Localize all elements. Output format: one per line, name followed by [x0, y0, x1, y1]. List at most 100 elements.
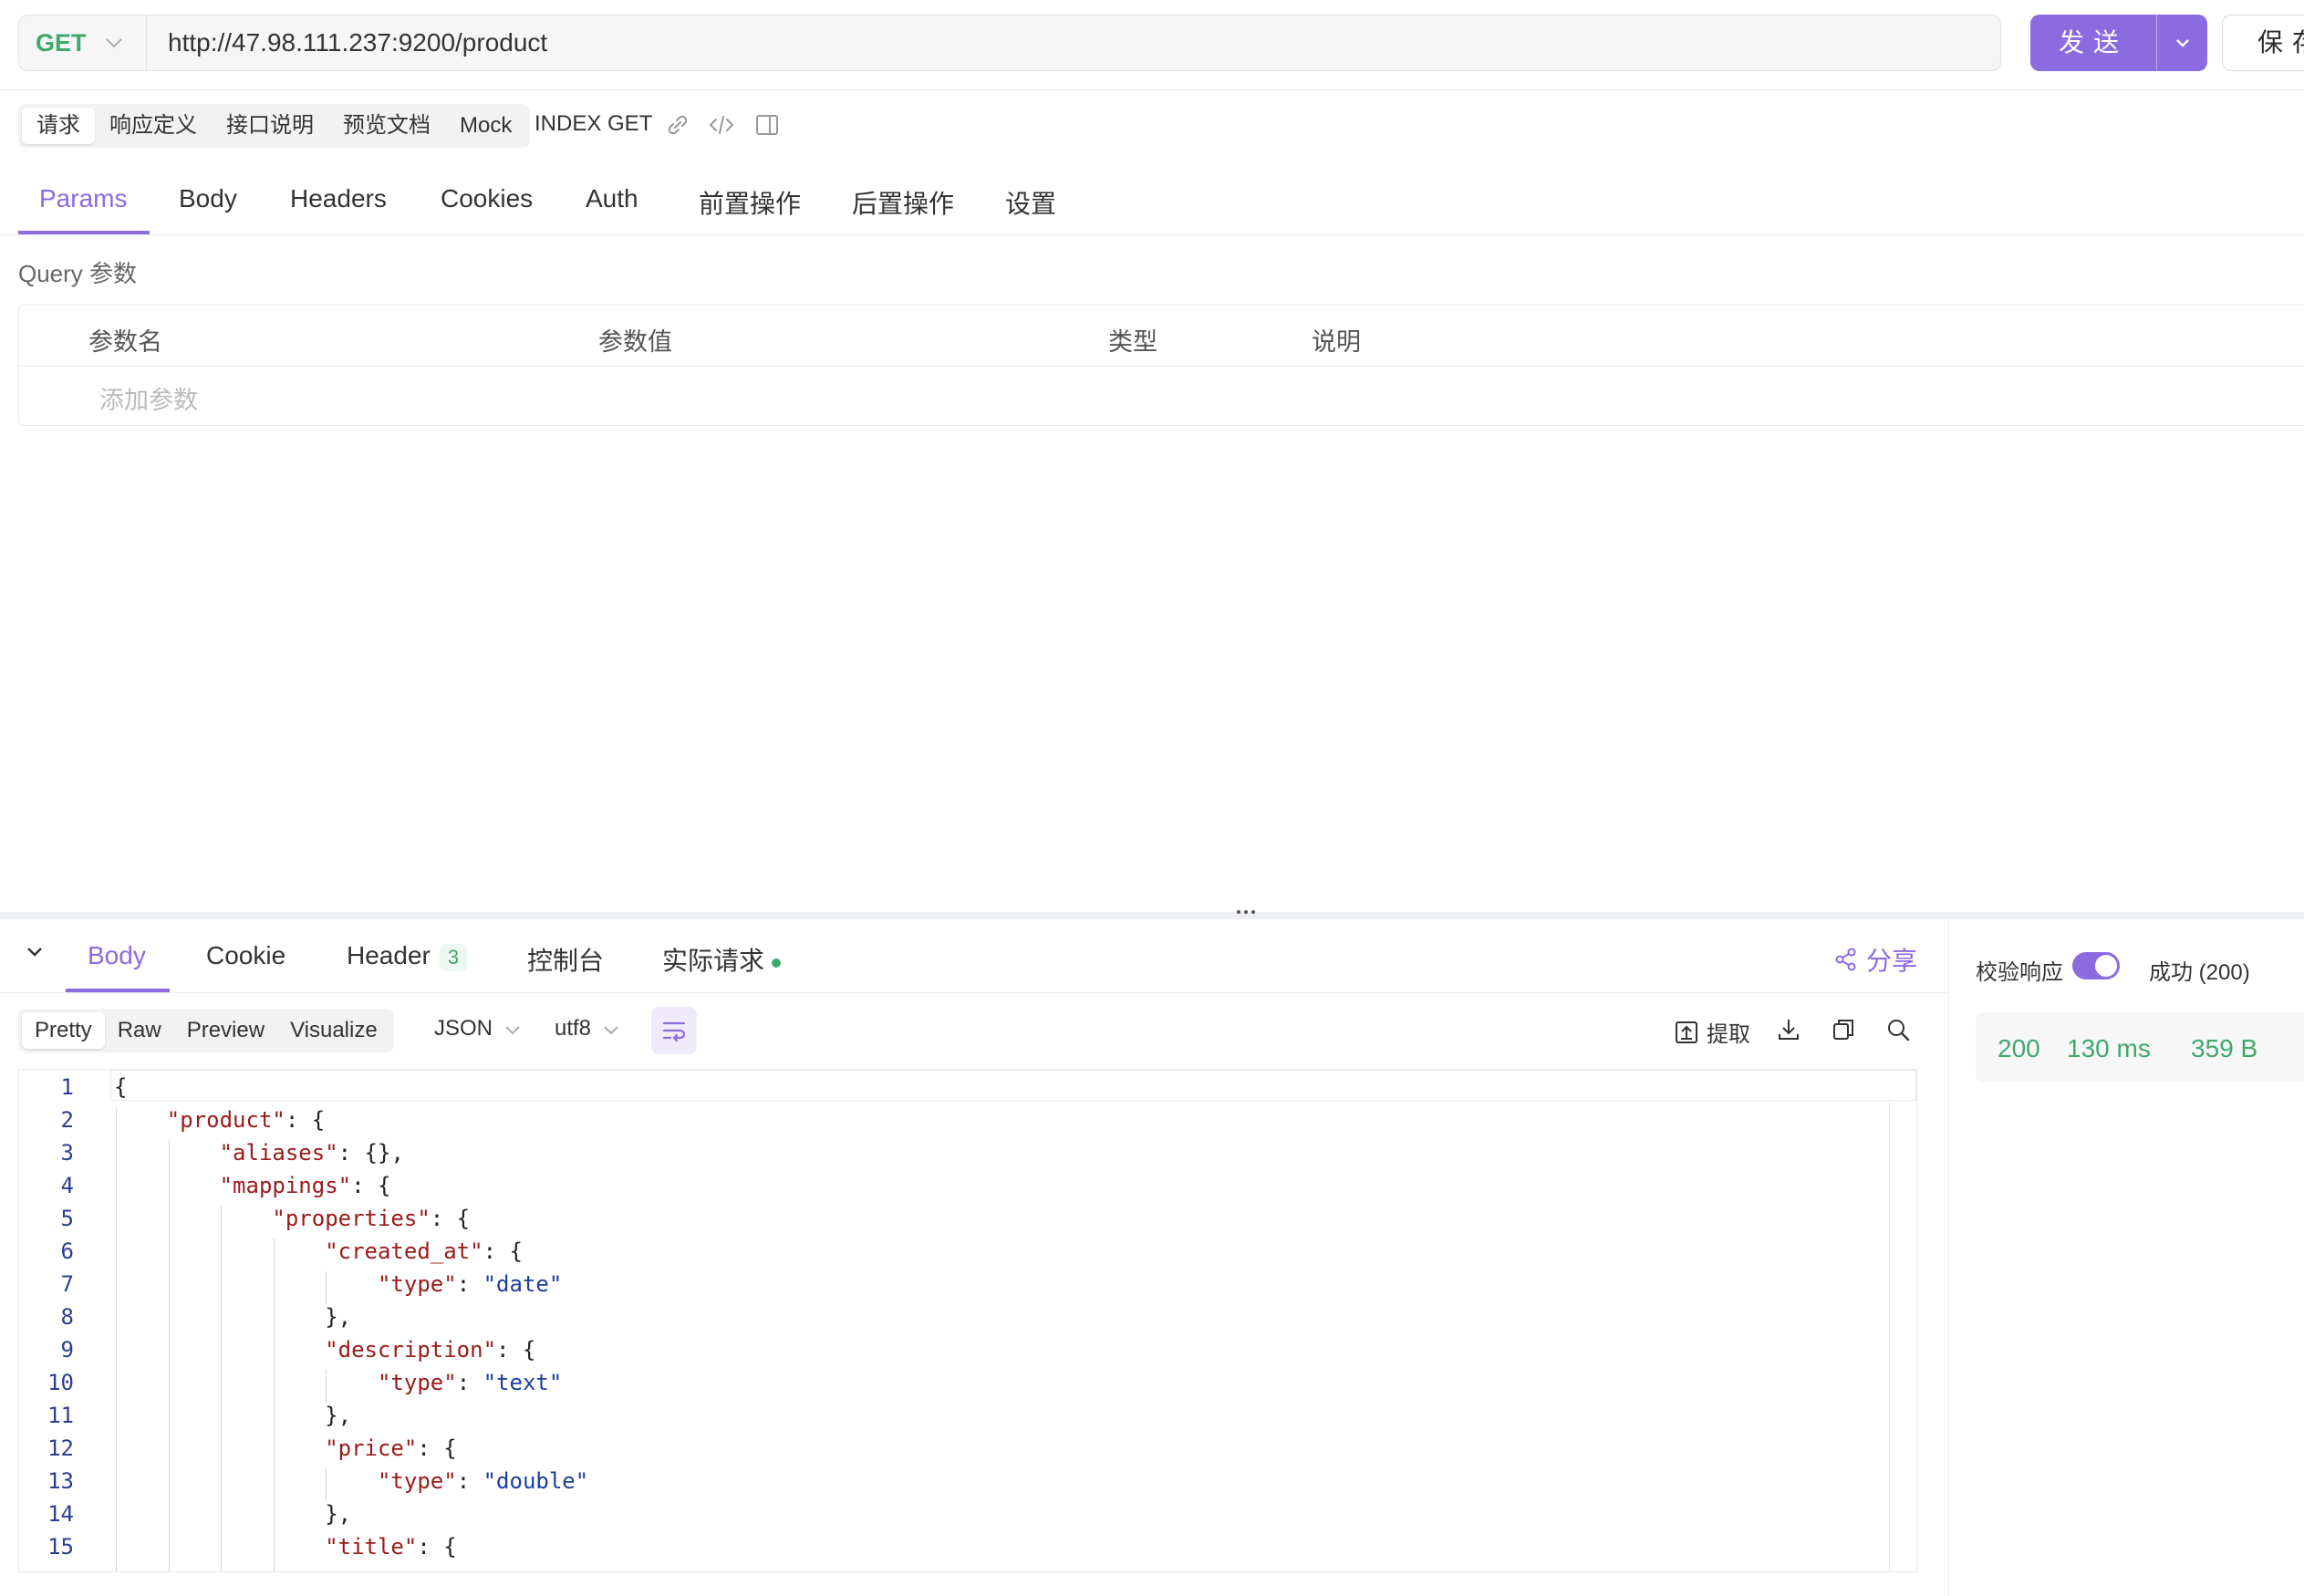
response-tab-body[interactable]: Body	[88, 941, 146, 970]
seg-tab-response-definition[interactable]: 响应定义	[95, 108, 212, 144]
send-label: 发送	[2058, 28, 2128, 57]
share-label: 分享	[1866, 947, 1918, 975]
request-view-tabs: 请求 响应定义 接口说明 预览文档 Mock	[18, 104, 531, 148]
extract-button[interactable]: 提取	[1674, 1016, 1750, 1048]
response-body-editor[interactable]: 1 {2 "product": {3 "aliases": {}, 4 "mappi…	[18, 1069, 1917, 1572]
code-icon[interactable]	[708, 111, 735, 139]
indent-guide	[221, 1206, 223, 1571]
verify-status: 成功 (200)	[2149, 960, 2250, 985]
code-line: "price": {	[325, 1435, 457, 1461]
code-line: "type": "double"	[377, 1468, 589, 1494]
seg-tab-preview-doc[interactable]: 预览文档	[328, 108, 445, 144]
format-raw[interactable]: Raw	[105, 1012, 174, 1049]
save-button[interactable]: 保存	[2222, 15, 2304, 71]
line-number: 3	[60, 1140, 74, 1166]
indent-guide	[116, 1107, 117, 1571]
format-pretty[interactable]: Pretty	[22, 1012, 105, 1049]
panel-splitter[interactable]	[0, 912, 2304, 919]
line-number: 4	[60, 1173, 74, 1198]
status-code: 200	[1998, 1034, 2040, 1062]
verify-response-label: 校验响应	[1976, 960, 2063, 985]
line-number: 7	[60, 1271, 74, 1297]
column-header-type: 类型	[1108, 328, 1157, 356]
tab-params[interactable]: Params	[39, 184, 127, 213]
code-line: },	[114, 1501, 352, 1527]
drag-handle-icon[interactable]	[1235, 908, 1257, 916]
seg-tab-mock[interactable]: Mock	[445, 108, 526, 144]
indent-guide	[273, 1238, 275, 1571]
tab-cookies[interactable]: Cookies	[441, 184, 533, 213]
tab-headers[interactable]: Headers	[290, 184, 387, 213]
code-line: "product": {	[166, 1107, 326, 1133]
method-select[interactable]: GET	[19, 16, 147, 70]
url-bar: GET http://47.98.111.237:9200/product	[18, 15, 2001, 71]
download-icon[interactable]	[1775, 1016, 1802, 1043]
indent-guide	[326, 1370, 327, 1403]
content-type-select[interactable]: JSON	[434, 1016, 521, 1042]
toggle-knob	[2095, 955, 2117, 977]
share-button[interactable]: 分享	[1833, 941, 1917, 978]
divider	[0, 992, 1948, 993]
code-line: "mappings": {	[219, 1173, 391, 1198]
verify-response-toggle[interactable]	[2072, 952, 2120, 979]
encoding-select[interactable]: utf8	[555, 1016, 619, 1042]
method-label: GET	[36, 28, 87, 57]
response-tab-console[interactable]: 控制台	[527, 941, 604, 978]
indent-guide	[326, 1468, 327, 1501]
tab-body[interactable]: Body	[179, 184, 237, 213]
line-number: 12	[47, 1435, 74, 1461]
send-button[interactable]: 发送	[2030, 15, 2207, 71]
seg-tab-api-description[interactable]: 接口说明	[212, 108, 328, 144]
side-panel-icon[interactable]	[753, 111, 781, 139]
chevron-down-icon	[603, 1026, 618, 1035]
code-line: "aliases": {},	[219, 1140, 404, 1166]
line-number: 9	[60, 1337, 74, 1363]
query-params-title: Query 参数	[18, 260, 138, 287]
response-tab-header[interactable]: Header 3	[347, 941, 468, 971]
response-size: 359 B	[2191, 1034, 2258, 1062]
code-line: "type": "text"	[377, 1370, 563, 1395]
word-wrap-button[interactable]	[651, 1007, 697, 1054]
response-tab-cookie[interactable]: Cookie	[206, 941, 285, 970]
line-number: 5	[60, 1206, 74, 1231]
line-number: 10	[47, 1370, 74, 1395]
code-line: "created_at": {	[325, 1238, 523, 1264]
response-format-tabs: Pretty Raw Preview Visualize	[18, 1009, 394, 1052]
response-tab-actual-request[interactable]: 实际请求	[662, 941, 782, 978]
column-header-value: 参数值	[598, 328, 672, 356]
format-visualize[interactable]: Visualize	[277, 1012, 390, 1049]
status-dot	[772, 958, 782, 968]
header-count-badge: 3	[439, 944, 468, 971]
divider	[19, 366, 2304, 367]
indent-guide	[326, 1271, 327, 1304]
column-header-description: 说明	[1312, 328, 1361, 356]
link-icon[interactable]	[664, 111, 691, 139]
api-name[interactable]: INDEX GET	[534, 111, 652, 137]
add-param-input[interactable]: 添加参数	[99, 380, 198, 416]
tab-post-operations[interactable]: 后置操作	[852, 184, 954, 221]
response-time: 130 ms	[2067, 1034, 2151, 1062]
code-line: {	[114, 1074, 128, 1100]
line-number: 11	[47, 1403, 74, 1428]
current-line-highlight	[110, 1070, 1916, 1101]
content-type-label: JSON	[434, 1016, 493, 1041]
word-wrap-icon	[662, 1021, 686, 1042]
editor-scrollbar[interactable]	[1889, 1101, 1890, 1571]
divider	[0, 89, 2304, 90]
indent-guide	[168, 1140, 170, 1571]
search-icon[interactable]	[1884, 1016, 1912, 1043]
format-preview[interactable]: Preview	[174, 1012, 277, 1049]
divider	[0, 234, 2304, 235]
tab-pre-operations[interactable]: 前置操作	[699, 184, 801, 221]
response-tab-actual-label: 实际请求	[662, 947, 765, 975]
collapse-chevron-icon[interactable]	[26, 945, 44, 959]
line-number: 6	[60, 1238, 74, 1264]
share-icon	[1835, 948, 1856, 971]
send-options-button[interactable]	[2156, 15, 2207, 71]
tab-auth[interactable]: Auth	[586, 184, 638, 213]
seg-tab-request[interactable]: 请求	[22, 108, 95, 144]
line-number: 14	[47, 1501, 74, 1527]
copy-icon[interactable]	[1830, 1016, 1857, 1043]
url-input[interactable]: http://47.98.111.237:9200/product	[168, 16, 547, 70]
tab-settings[interactable]: 设置	[1005, 184, 1056, 221]
